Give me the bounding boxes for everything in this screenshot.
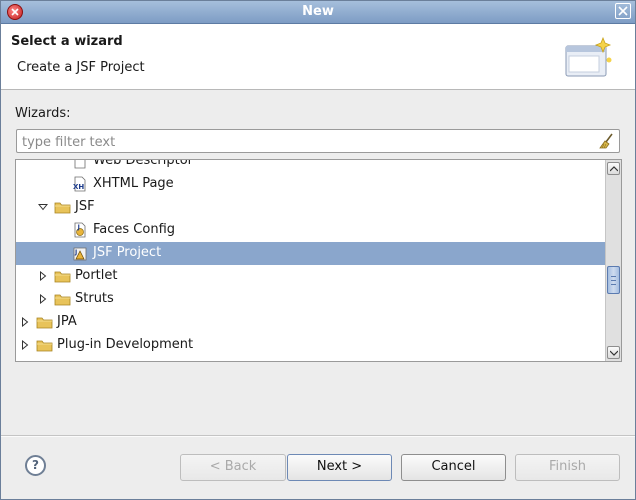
cancel-button[interactable]: Cancel [401, 454, 506, 481]
clear-filter-icon[interactable] [599, 133, 615, 149]
wizard-banner-icon [565, 36, 612, 77]
tree-item-label: Web Descriptor [93, 159, 194, 168]
scroll-down-button[interactable] [607, 346, 620, 359]
title-bar[interactable]: New [1, 1, 635, 24]
chevron-down-icon [610, 350, 618, 356]
folder-icon [36, 340, 53, 352]
expanded-arrow-icon[interactable] [38, 202, 48, 212]
tree-item[interactable]: J Faces Config [16, 219, 605, 242]
collapsed-arrow-icon[interactable] [38, 271, 48, 281]
collapsed-arrow-icon[interactable] [20, 340, 30, 350]
folder-icon [54, 271, 71, 283]
tree-item[interactable]: Web Descriptor [16, 159, 605, 173]
separator [1, 435, 635, 437]
tree-item-label: Faces Config [93, 222, 176, 237]
svg-text:J: J [74, 249, 77, 256]
finish-button[interactable]: Finish [515, 454, 620, 481]
tree-item-label: Plug-in Development [57, 337, 194, 352]
scroll-thumb[interactable] [607, 266, 620, 294]
header-description: Create a JSF Project [17, 60, 145, 75]
help-button[interactable]: ? [25, 455, 46, 476]
collapsed-arrow-icon[interactable] [20, 317, 30, 327]
vertical-scrollbar[interactable] [605, 160, 621, 361]
wizard-header: Select a wizard Create a JSF Project [1, 24, 635, 90]
faces-config-icon: J [74, 222, 86, 238]
window-title: New [302, 4, 334, 19]
tree-item-label: JPA [57, 314, 77, 329]
back-button[interactable]: < Back [180, 454, 286, 481]
folder-icon [54, 294, 71, 306]
tree-item[interactable]: J JSF Project [16, 242, 605, 265]
tree-item-label: XHTML Page [93, 176, 174, 191]
filter-field[interactable] [16, 129, 620, 153]
tree-item[interactable]: Plug-in Development [16, 334, 605, 357]
tree-item[interactable]: XH XHTML Page [16, 173, 605, 196]
folder-icon [54, 202, 71, 214]
tree-item[interactable]: JSF [16, 196, 605, 219]
new-wizard-dialog: New Select a wizard Create a JSF Project… [0, 0, 636, 500]
tree-item-label: Portlet [75, 268, 118, 283]
svg-text:J: J [77, 224, 80, 231]
header-title: Select a wizard [11, 34, 123, 49]
tree-item-label: JSF Project [93, 245, 162, 260]
wizard-tree[interactable]: Web Descriptor XH XHTML Page JSF J Faces Conf… [15, 159, 622, 362]
close-button[interactable] [615, 3, 631, 19]
wizards-label: Wizards: [15, 106, 71, 121]
next-button[interactable]: Next > [287, 454, 392, 481]
close-icon [618, 6, 628, 16]
svg-text:XH: XH [73, 183, 84, 191]
collapsed-arrow-icon[interactable] [38, 294, 48, 304]
jsf-project-icon: J [73, 247, 87, 261]
xhtml-page-icon: XH [73, 176, 86, 192]
tree-item[interactable]: Struts [16, 288, 605, 311]
file-icon [74, 160, 86, 169]
help-icon: ? [32, 458, 39, 472]
tree-item-label: JSF [75, 199, 95, 214]
filter-input[interactable] [20, 133, 594, 151]
tree-item[interactable]: Portlet [16, 265, 605, 288]
chevron-up-icon [610, 166, 618, 172]
folder-icon [36, 317, 53, 329]
scroll-up-button[interactable] [607, 162, 620, 175]
tree-item-label: Struts [75, 291, 114, 306]
tree-item[interactable]: JPA [16, 311, 605, 334]
